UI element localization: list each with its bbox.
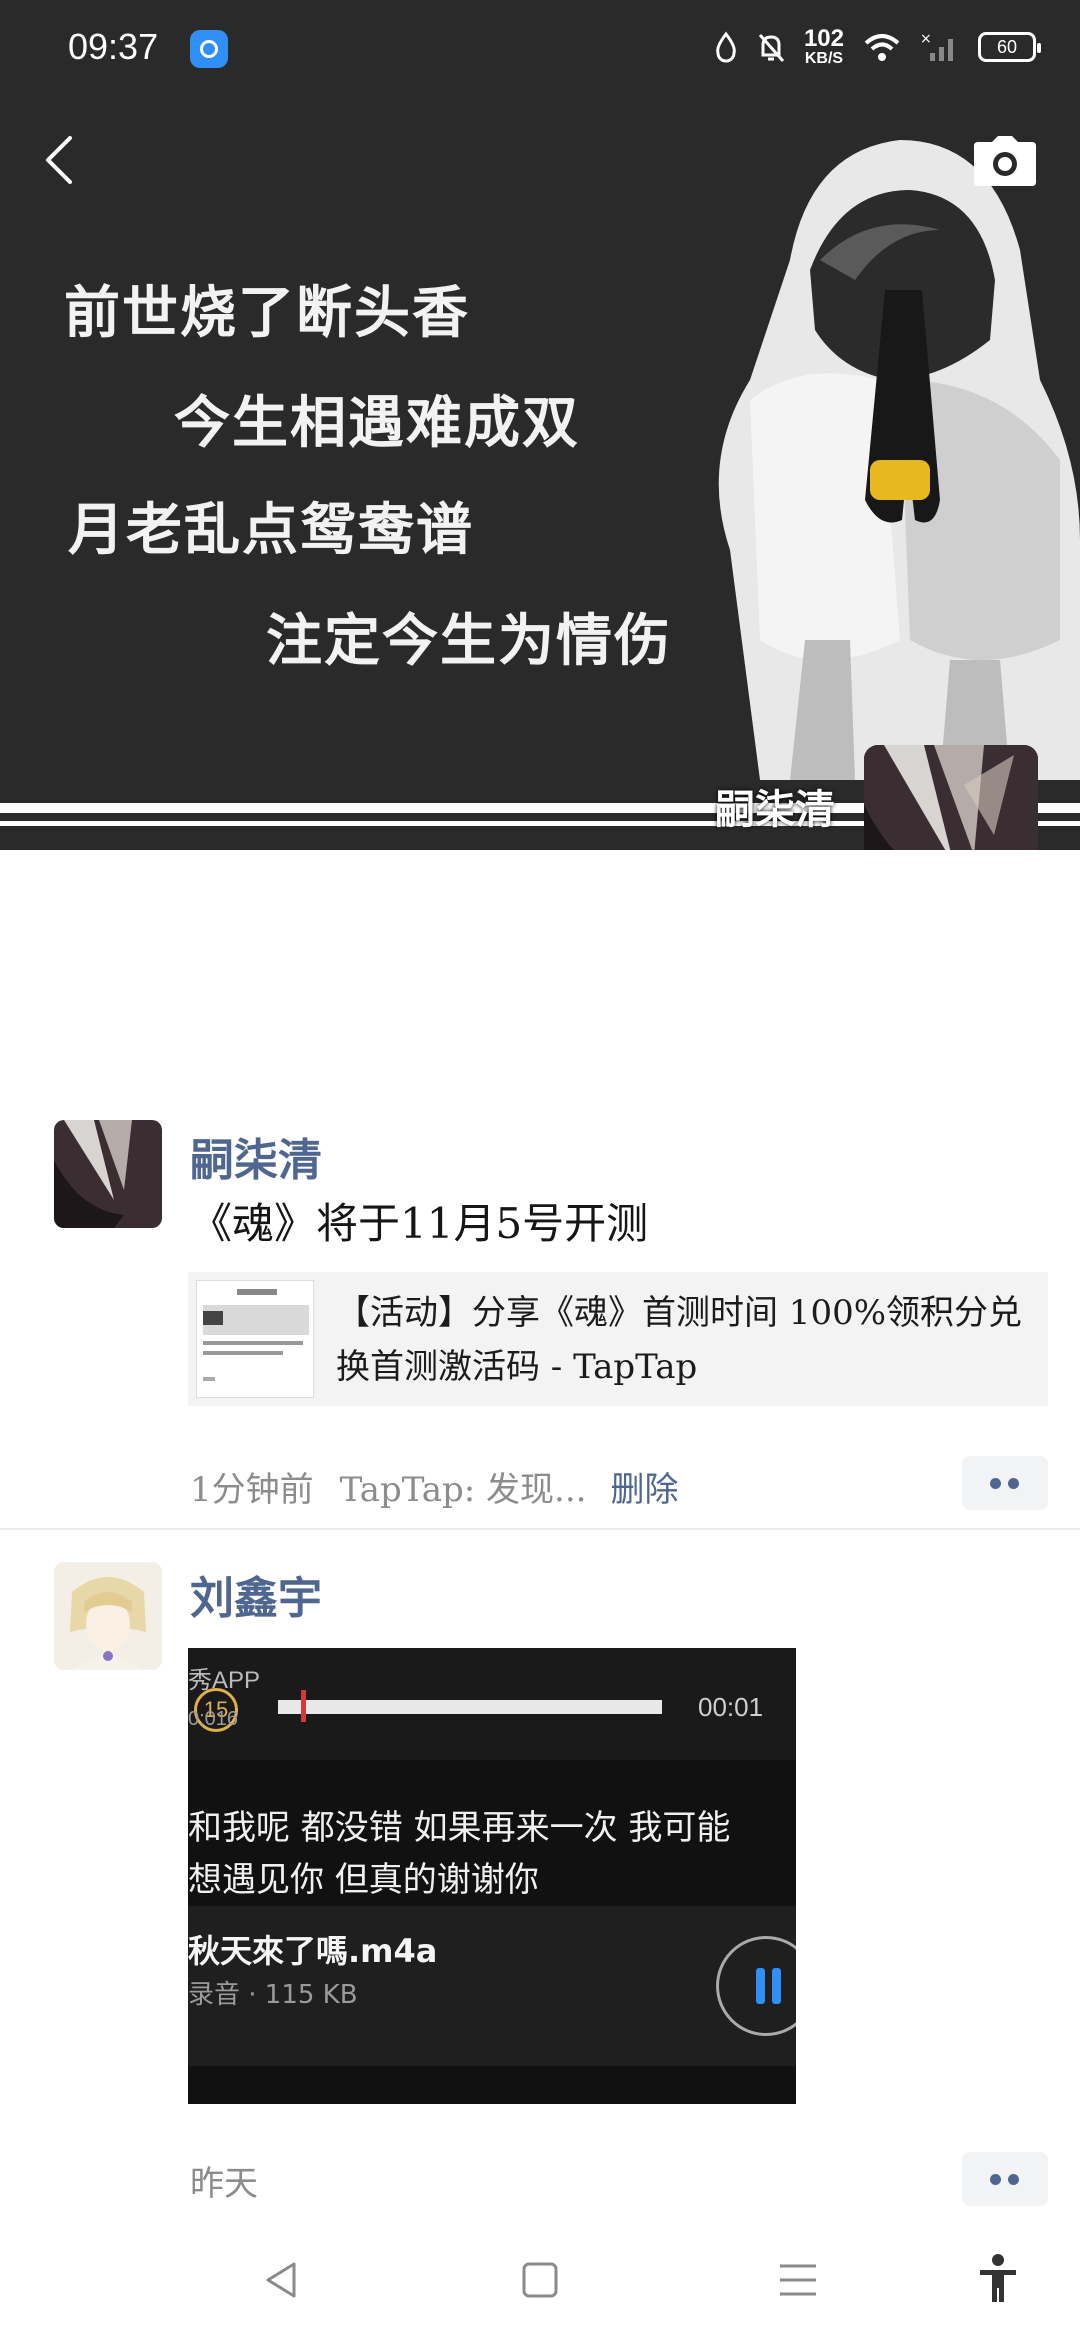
triangle-back-icon <box>266 2262 296 2298</box>
link-card[interactable]: 【活动】分享《魂》首测时间 100%领积分兑换首测激活码 - TapTap <box>188 1272 1048 1406</box>
moment-post: 嗣柒清 《魂》将于11月5号开测 【活动】分享《魂》首测时间 100%领积分兑换… <box>0 1110 1080 1530</box>
nav-recents-button[interactable] <box>768 2250 828 2310</box>
post-meta: 昨天 <box>190 2156 258 2205</box>
cover-poem-line-1: 前世烧了断头香 <box>64 281 470 346</box>
video-current-time: 00:01 <box>698 1692 764 1722</box>
video-sub-time: 0:016 <box>188 1708 239 1730</box>
chevron-left-icon <box>46 136 72 184</box>
post-author-name[interactable]: 嗣柒清 <box>190 1124 322 1188</box>
cover-image[interactable]: 前世烧了断头香 今生相遇难成双 月老乱点鸳鸯谱 注定今生为情伤 嗣柒清 <box>0 0 1080 850</box>
post-source[interactable]: TapTap: 发现... <box>340 1470 587 1510</box>
post-author-name[interactable]: 刘鑫宇 <box>190 1562 322 1626</box>
post-time: 1分钟前 <box>190 1470 314 1510</box>
post-time: 昨天 <box>190 2164 258 2204</box>
wifi-icon <box>864 34 900 61</box>
nav-home-button[interactable] <box>510 2250 570 2310</box>
avatar[interactable] <box>54 1562 162 1670</box>
back-button[interactable] <box>30 130 90 190</box>
signal-icon: × <box>920 31 953 61</box>
delete-button[interactable]: 删除 <box>610 1470 678 1510</box>
more-dots-icon[interactable] <box>962 2152 1048 2206</box>
moment-post: 刘鑫宇 秀APP 15 0:016 00:01 和我呢 都没错 如果再来一次 我… <box>0 1532 1080 2212</box>
audio-file-name: 秋天來了嗎.m4a <box>188 1932 438 1970</box>
video-progress-knob[interactable] <box>301 1690 307 1722</box>
video-card[interactable]: 秀APP 15 0:016 00:01 和我呢 都没错 如果再来一次 我可能 想… <box>188 1648 796 2104</box>
link-title: 【活动】分享《魂》首测时间 100%领积分兑换首测激活码 - TapTap <box>336 1293 1023 1387</box>
video-lyric-line: 和我呢 都没错 如果再来一次 我可能 <box>188 1808 731 1848</box>
camera-icon <box>974 136 1036 186</box>
pause-icon <box>754 1968 784 2004</box>
cover-avatar[interactable] <box>864 745 1038 850</box>
more-dots-icon[interactable] <box>962 1456 1048 1510</box>
cover-poem-line-3: 月老乱点鸳鸯谱 <box>68 498 474 563</box>
system-navigation-bar <box>0 2220 1080 2340</box>
status-time: 09:37 <box>68 26 159 67</box>
camera-button[interactable] <box>970 132 1040 192</box>
accessibility-button[interactable] <box>968 2250 1028 2310</box>
cover-poem-line-4: 注定今生为情伤 <box>266 609 672 674</box>
video-lyric-line: 想遇见你 但真的谢谢你 <box>188 1860 539 1900</box>
post-meta: 1分钟前 TapTap: 发现... 删除 <box>190 1462 678 1511</box>
avatar[interactable] <box>54 1120 162 1228</box>
svg-text:×: × <box>920 31 932 47</box>
water-drop-icon <box>716 31 736 63</box>
bell-off-icon <box>758 34 785 62</box>
cover-poem-line-2: 今生相遇难成双 <box>174 391 580 456</box>
network-speed: 102 KB/S <box>803 25 844 67</box>
link-thumbnail <box>196 1280 314 1398</box>
accessibility-icon <box>980 2254 1016 2302</box>
battery-icon: 60 <box>978 32 1041 62</box>
cover-user-name: 嗣柒清 <box>715 786 835 833</box>
nav-back-button[interactable] <box>252 2250 312 2310</box>
status-bar: 09:37 102 KB/S × 60 <box>0 0 1080 96</box>
square-home-icon <box>522 2262 558 2298</box>
audio-file-info: 录音 · 115 KB <box>188 1980 358 2010</box>
hamburger-menu-icon <box>780 2264 816 2296</box>
app-notification-icon <box>190 30 228 68</box>
video-progress-track[interactable] <box>278 1700 662 1714</box>
post-text: 《魂》将于11月5号开测 <box>190 1199 649 1248</box>
